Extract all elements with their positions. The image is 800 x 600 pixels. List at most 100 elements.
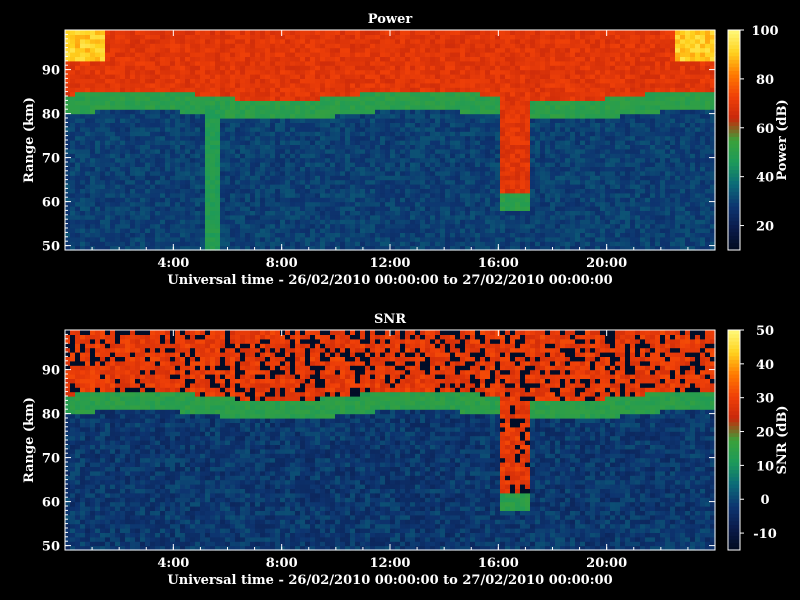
heatmap-cell bbox=[385, 91, 391, 97]
heatmap-cell bbox=[375, 47, 381, 53]
heatmap-cell bbox=[325, 223, 331, 229]
heatmap-cell bbox=[290, 100, 296, 106]
heatmap-cell bbox=[140, 223, 146, 229]
heatmap-cell bbox=[260, 135, 266, 141]
heatmap-cell bbox=[465, 131, 471, 137]
heatmap-cell bbox=[185, 148, 191, 154]
heatmap-cell bbox=[260, 170, 266, 176]
heatmap-cell bbox=[545, 30, 551, 35]
heatmap-cell bbox=[120, 65, 126, 71]
heatmap-cell bbox=[460, 197, 466, 203]
heatmap-cell bbox=[450, 162, 456, 167]
heatmap-cell bbox=[425, 47, 431, 53]
heatmap-cell bbox=[190, 118, 196, 123]
heatmap-cell bbox=[405, 153, 411, 159]
heatmap-cell bbox=[505, 184, 511, 189]
heatmap-cell bbox=[195, 206, 201, 211]
heatmap-cell bbox=[225, 140, 231, 145]
heatmap-cell bbox=[295, 162, 301, 167]
heatmap-cell bbox=[180, 140, 186, 145]
heatmap-cell bbox=[150, 236, 156, 242]
heatmap-cell bbox=[205, 74, 211, 79]
heatmap-cell bbox=[195, 65, 201, 71]
heatmap-cell bbox=[235, 69, 241, 75]
heatmap-cell bbox=[265, 47, 271, 53]
heatmap-cell bbox=[145, 192, 151, 198]
heatmap-cell bbox=[230, 241, 236, 247]
heatmap-cell bbox=[280, 144, 286, 150]
heatmap-cell bbox=[255, 184, 261, 189]
heatmap-cell bbox=[410, 56, 416, 62]
heatmap-cell bbox=[410, 74, 416, 79]
heatmap-cell bbox=[480, 56, 486, 62]
heatmap-cell bbox=[445, 56, 451, 62]
heatmap-cell bbox=[420, 34, 426, 40]
heatmap-cell bbox=[185, 96, 191, 101]
heatmap-cell bbox=[370, 148, 376, 154]
heatmap-cell bbox=[175, 131, 181, 137]
heatmap-cell bbox=[125, 157, 131, 163]
heatmap-cell bbox=[400, 241, 406, 247]
heatmap-cell bbox=[485, 87, 491, 93]
heatmap-cell bbox=[510, 236, 516, 242]
heatmap-cell bbox=[95, 170, 101, 176]
heatmap-cell bbox=[345, 34, 351, 40]
heatmap-cell bbox=[365, 153, 371, 159]
heatmap-cell bbox=[445, 210, 451, 216]
heatmap-cell bbox=[110, 219, 116, 225]
heatmap-cell bbox=[340, 118, 346, 123]
heatmap-cell bbox=[315, 170, 321, 176]
heatmap-cell bbox=[205, 140, 211, 145]
heatmap-cell bbox=[90, 104, 96, 110]
heatmap-cell bbox=[135, 38, 141, 44]
heatmap-cell bbox=[290, 38, 296, 44]
heatmap-cell bbox=[350, 201, 356, 207]
heatmap-cell bbox=[280, 30, 286, 35]
heatmap-cell bbox=[320, 109, 326, 115]
heatmap-cell bbox=[235, 78, 241, 84]
heatmap-cell bbox=[340, 34, 346, 40]
heatmap-cell bbox=[290, 236, 296, 242]
heatmap-cell bbox=[550, 100, 556, 106]
heatmap-cell bbox=[375, 109, 381, 115]
heatmap-cell bbox=[530, 232, 536, 238]
heatmap-cell bbox=[480, 122, 486, 128]
heatmap-cell bbox=[445, 131, 451, 137]
heatmap-cell bbox=[410, 166, 416, 172]
heatmap-cell bbox=[135, 144, 141, 150]
heatmap-cell bbox=[285, 157, 291, 163]
heatmap-cell bbox=[475, 122, 481, 128]
heatmap-cell bbox=[200, 78, 206, 84]
heatmap-cell bbox=[270, 113, 276, 119]
heatmap-cell bbox=[535, 241, 541, 247]
heatmap-cell bbox=[485, 223, 491, 229]
heatmap-cell bbox=[335, 140, 341, 145]
heatmap-cell bbox=[360, 38, 366, 44]
heatmap-cell bbox=[215, 153, 221, 159]
heatmap-cell bbox=[255, 157, 261, 163]
heatmap-cell bbox=[505, 206, 511, 211]
heatmap-cell bbox=[545, 206, 551, 211]
heatmap-cell bbox=[435, 74, 441, 79]
heatmap-cell bbox=[330, 60, 336, 66]
heatmap-cell bbox=[165, 47, 171, 53]
heatmap-cell bbox=[245, 56, 251, 62]
heatmap-cell bbox=[260, 179, 266, 185]
heatmap-cell bbox=[475, 166, 481, 172]
heatmap-cell bbox=[415, 113, 421, 119]
heatmap-cell bbox=[215, 78, 221, 84]
heatmap-cell bbox=[145, 34, 151, 40]
heatmap-cell bbox=[455, 162, 461, 167]
heatmap-cell bbox=[355, 135, 361, 141]
heatmap-cell bbox=[130, 100, 136, 106]
heatmap-cell bbox=[160, 166, 166, 172]
heatmap-cell bbox=[180, 135, 186, 141]
heatmap-cell bbox=[245, 78, 251, 84]
heatmap-cell bbox=[435, 122, 441, 128]
heatmap-cell bbox=[320, 113, 326, 119]
heatmap-cell bbox=[230, 109, 236, 115]
heatmap-cell bbox=[140, 219, 146, 225]
heatmap-cell bbox=[235, 135, 241, 141]
heatmap-cell bbox=[185, 30, 191, 35]
heatmap-cell bbox=[545, 201, 551, 207]
